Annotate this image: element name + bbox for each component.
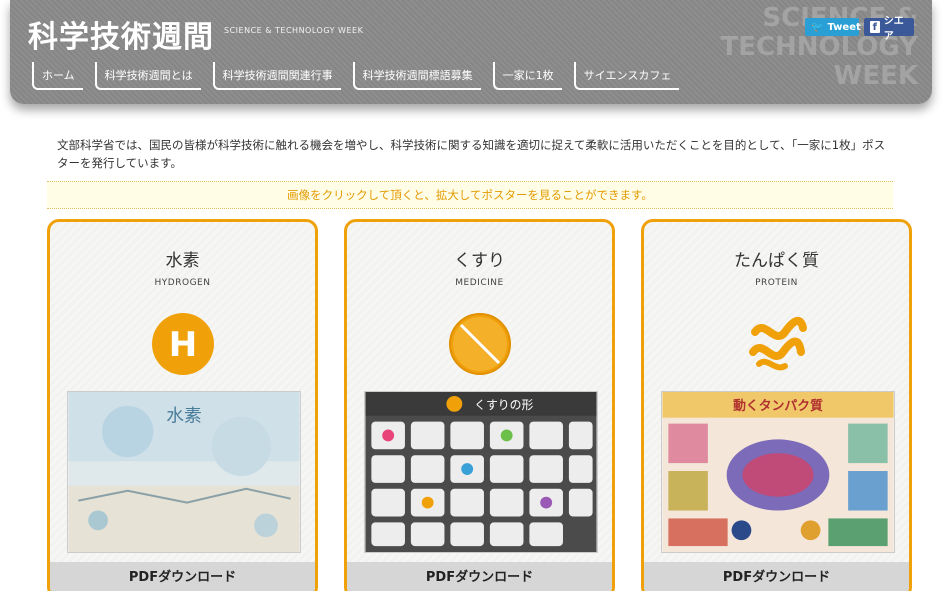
nav-item-science-cafe[interactable]: サイエンスカフェ [573,62,680,90]
twitter-bird-icon: 🐦 [811,21,824,33]
card-subtitle: HYDROGEN [154,278,211,288]
poster-image-protein[interactable]: 動くタンパク質 [661,391,895,553]
share-label: シエア [883,16,904,42]
intro-text: 文部科学省では、国民の皆様が科学技術に触れる機会を増やし、科学技術に関する知識を… [57,138,886,170]
main-nav: ホーム 科学技術週間とは 科学技術週間関連行事 科学技術週間標語募集 一家に1枚… [32,62,691,90]
nav-item-poster[interactable]: 一家に1枚 [492,62,562,90]
poster-image-hydrogen[interactable]: 水素 [67,391,301,553]
tweet-button[interactable]: 🐦 Tweet [805,18,861,36]
site-header: 科学技術週間 SCIENCE & TECHNOLOGY WEEK SCIENCE… [10,0,932,104]
nav-item-home[interactable]: ホーム [32,62,83,90]
click-notice: 画像をクリックして頂くと、拡大してポスターを見ることができます。 [47,181,893,209]
poster-card-hydrogen: 水素 HYDROGEN H 水素 PDFダウンロード [47,219,318,591]
site-logo[interactable]: 科学技術週間 [28,12,214,56]
facebook-share-button[interactable]: f シエア [864,16,914,42]
poster-card-medicine: くすり MEDICINE くすりの形 PDFダウンロード [344,219,615,591]
card-title: たんぱく質 [734,251,819,271]
poster-card-protein: たんぱく質 PROTEIN 動くタンパク質 PDFダウンロード [641,219,912,591]
card-title: くすり [454,251,505,271]
watermark-line-3: WEEK [833,61,918,91]
poster-title: くすりの形 [474,398,533,412]
nav-item-events[interactable]: 科学技術週間関連行事 [212,62,341,90]
poster-image-medicine[interactable]: くすりの形 [364,391,598,553]
hydrogen-icon: H [151,313,214,375]
pdf-download-button[interactable]: PDFダウンロード [50,562,315,591]
card-subtitle: MEDICINE [455,278,504,288]
card-title: 水素 [165,251,200,271]
pdf-download-button[interactable]: PDFダウンロード [644,562,909,591]
nav-item-about[interactable]: 科学技術週間とは [94,62,201,90]
tweet-label: Tweet [827,21,861,33]
pill-icon [448,313,511,375]
site-logo-subtitle: SCIENCE & TECHNOLOGY WEEK [224,26,364,35]
nav-item-slogan[interactable]: 科学技術週間標語募集 [352,62,481,90]
card-subtitle: PROTEIN [755,278,798,288]
pdf-download-button[interactable]: PDFダウンロード [347,562,612,591]
poster-title: 水素 [166,406,202,427]
poster-title: 動くタンパク質 [733,398,823,414]
social-buttons: 🐦 Tweet f シエア [805,16,914,42]
hydrogen-icon-letter: H [168,325,196,365]
facebook-icon: f [870,21,880,33]
protein-helix-icon [748,317,807,371]
